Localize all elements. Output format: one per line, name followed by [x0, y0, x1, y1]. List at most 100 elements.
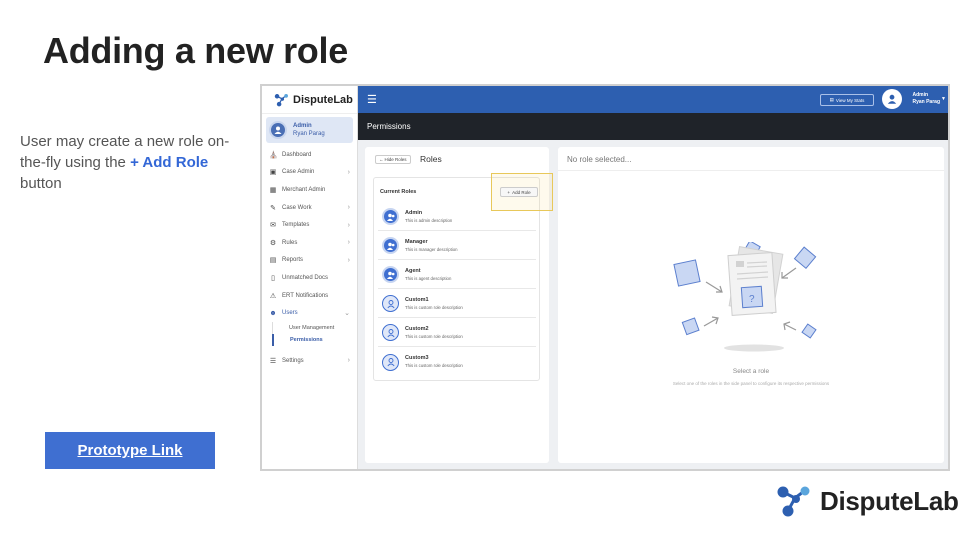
role-name: Manager — [405, 238, 428, 245]
sidebar-item-label: Rules — [282, 239, 298, 246]
view-my-stats-button[interactable]: ▤ View My Stats — [820, 94, 874, 106]
current-roles-list: Current Roles + Add Role Admin This is a… — [373, 173, 553, 381]
warning-icon: ⚠ — [269, 292, 277, 300]
hide-roles-label: Hide Roles — [384, 157, 407, 162]
sidebar-item-label: Users — [282, 310, 298, 317]
role-description: This is admin description — [405, 217, 453, 223]
role-user-icon — [382, 324, 399, 341]
sidebar-item-templates[interactable]: ✉ Templates › — [262, 216, 357, 234]
role-description: This is custom role description — [405, 333, 463, 339]
user-avatar-icon — [269, 121, 287, 139]
role-name: Agent — [405, 267, 421, 274]
brand-name: DisputeLab — [820, 485, 959, 516]
view-my-stats-label: View My Stats — [835, 97, 865, 103]
page-title: Permissions — [358, 113, 948, 140]
role-users-icon — [382, 208, 399, 225]
sidebar-item-ert-notifications[interactable]: ⚠ ERT Notifications — [262, 287, 357, 305]
role-description: This is custom role description — [405, 363, 463, 368]
sidebar-item-label: Merchant Admin — [282, 186, 326, 193]
chevron-right-icon: › — [347, 204, 350, 212]
sidebar-item-merchant-admin[interactable]: ▦ Merchant Admin — [262, 181, 357, 199]
prototype-link-button[interactable]: Prototype Link — [45, 432, 215, 469]
briefcase-icon: ▣ — [269, 169, 277, 177]
role-description: This is custom role description — [405, 304, 463, 310]
chevron-right-icon: › — [347, 221, 350, 229]
role-user-icon — [382, 295, 399, 312]
svg-text:?: ? — [749, 294, 755, 305]
sidebar-item-unmatched-docs[interactable]: ▯ Unmatched Docs — [262, 269, 357, 287]
document-icon: ▯ — [271, 274, 275, 282]
sidebar-item-dashboard[interactable]: ⛪ Dashboard — [262, 146, 357, 164]
sidebar-logo[interactable]: DisputeLab — [262, 86, 357, 114]
empty-state-illustration-icon: ? — [673, 242, 817, 352]
chart-icon: ▤ — [829, 97, 834, 102]
roles-panel: ← Hide Roles Roles Current Roles + Add R… — [365, 147, 553, 463]
sidebar-user[interactable]: Admin Ryan Parag — [266, 117, 353, 143]
chevron-down-icon: ⌄ — [344, 310, 350, 318]
sidebar-item-settings[interactable]: ☰ Settings › — [262, 352, 357, 370]
sidebar-item-users[interactable]: ☻ Users ⌄ — [262, 304, 357, 322]
dispute-lab-logo-icon — [777, 486, 810, 517]
gear-icon: ⚙ — [269, 239, 277, 247]
sidebar-item-reports[interactable]: ▤ Reports › — [262, 252, 357, 270]
role-item-agent[interactable]: Agent This is agent description — [378, 261, 536, 289]
sidebar-item-rules[interactable]: ⚙ Rules › — [262, 234, 357, 252]
description-text-end: button — [20, 175, 62, 192]
topbar-user[interactable]: Admin Ryan Parag — [912, 92, 940, 106]
sidebar-item-case-admin[interactable]: ▣ Case Admin › — [262, 164, 357, 182]
sliders-icon: ☰ — [269, 357, 277, 365]
empty-state-title: Select a role — [732, 368, 770, 375]
sidebar-subitem-user-management[interactable]: User Management — [272, 321, 357, 334]
chevron-right-icon: › — [347, 256, 350, 264]
sidebar-user-name: Ryan Parag — [293, 131, 325, 137]
sidebar-item-label: Unmatched Docs — [282, 274, 329, 281]
role-name: Custom1 — [405, 296, 429, 303]
empty-state-subtitle: Select one of the roles in the side pane… — [672, 381, 830, 386]
add-role-button[interactable]: + Add Role — [500, 187, 538, 197]
no-role-selected-label: No role selected... — [567, 155, 632, 164]
users-icon: ☻ — [269, 309, 277, 317]
hide-roles-button[interactable]: ← Hide Roles — [375, 155, 411, 164]
role-item-custom3[interactable]: Custom3 This is custom role description — [378, 348, 536, 376]
add-role-label: Add Role — [512, 189, 531, 195]
brand-logo: DisputeLab — [776, 484, 959, 518]
sidebar-item-label: Settings — [282, 357, 304, 364]
sidebar-item-label: Dashboard — [282, 151, 312, 158]
role-description: This is agent description — [405, 275, 452, 281]
top-bar: ☰ ▤ View My Stats Admin Ryan Parag ▼ — [358, 86, 948, 113]
file-icon: ▤ — [269, 257, 277, 265]
sidebar-item-label: Templates — [282, 222, 310, 229]
sidebar: DisputeLab Admin Ryan Parag ⛪ Dashboard … — [262, 86, 358, 469]
topbar-user-name: Ryan Parag — [912, 99, 940, 105]
caret-down-icon[interactable]: ▼ — [941, 96, 946, 102]
chevron-right-icon: › — [347, 357, 350, 365]
role-name: Custom3 — [405, 355, 429, 361]
role-name: Custom2 — [405, 325, 429, 332]
hamburger-menu-icon[interactable]: ☰ — [367, 93, 377, 106]
role-item-admin[interactable]: Admin This is admin description — [378, 203, 536, 231]
slide-title: Adding a new role — [43, 30, 348, 71]
envelope-icon: ✉ — [270, 222, 276, 230]
slide-description: User may create a new role on-the-fly us… — [20, 131, 250, 194]
role-item-custom2[interactable]: Custom2 This is custom role description — [378, 319, 536, 347]
arrow-left-icon: ← — [379, 157, 384, 162]
sidebar-subitem-permissions[interactable]: Permissions — [272, 333, 357, 346]
sidebar-logo-text: DisputeLab — [293, 93, 353, 106]
edit-icon: ✎ — [270, 204, 276, 212]
description-highlight: + Add Role — [130, 154, 209, 171]
topbar-avatar-icon[interactable] — [882, 89, 902, 109]
sidebar-item-case-work[interactable]: ✎ Case Work › — [262, 199, 357, 217]
current-roles-label: Current Roles — [380, 189, 417, 195]
sidebar-item-label: ERT Notifications — [282, 292, 329, 299]
chevron-right-icon: › — [347, 168, 350, 176]
role-detail-panel: No role selected... ? Select a role Sele… — [558, 147, 944, 463]
role-name: Admin — [405, 209, 423, 216]
topbar-user-role: Admin — [912, 92, 929, 98]
role-item-custom1[interactable]: Custom1 This is custom role description — [378, 290, 536, 318]
sidebar-item-label: Case Work — [282, 204, 312, 211]
app-screenshot: DisputeLab Admin Ryan Parag ⛪ Dashboard … — [260, 84, 950, 471]
plus-icon: + — [507, 189, 511, 195]
divider — [558, 170, 944, 171]
role-item-manager[interactable]: Manager This is manager description — [378, 232, 536, 260]
dispute-lab-logo-icon — [274, 93, 288, 106]
